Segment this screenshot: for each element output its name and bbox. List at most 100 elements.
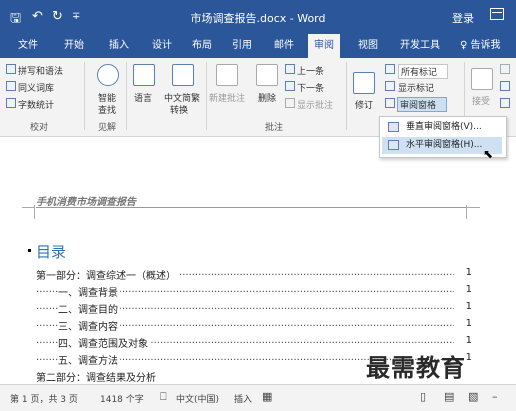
- delete-comment-icon: [256, 64, 278, 86]
- toc-entry-title: 五、调查方法: [58, 352, 120, 367]
- previous-comment-icon: [285, 64, 295, 74]
- tab-references[interactable]: 引用: [226, 34, 258, 58]
- smart-lookup-icon: [97, 64, 119, 86]
- group-label-comments: 批注: [265, 123, 284, 133]
- tab-design[interactable]: 设计: [146, 34, 178, 58]
- spelling-icon: [6, 64, 16, 74]
- group-label-proofing: 校对: [30, 123, 49, 133]
- zoom-out-icon[interactable]: –: [492, 390, 498, 403]
- tab-review[interactable]: 审阅: [308, 34, 340, 58]
- toc-heading: 目录: [36, 243, 67, 261]
- horizontal-pane-icon: [388, 140, 399, 150]
- proofing-icon[interactable]: ⎕: [160, 390, 167, 404]
- word-count-icon: [6, 98, 16, 108]
- insert-mode[interactable]: 插入: [234, 392, 252, 405]
- mouse-cursor-icon: ⬉: [483, 147, 494, 161]
- reviewing-pane-icon: [385, 98, 395, 108]
- read-mode-icon[interactable]: ▯: [420, 390, 426, 403]
- tab-home[interactable]: 开始: [58, 34, 90, 58]
- header-rule: [36, 207, 466, 208]
- next-comment-icon: [285, 81, 295, 91]
- separator: [126, 62, 127, 130]
- markup-select[interactable]: 所有标记: [398, 64, 449, 79]
- previous-comment-button[interactable]: 上一条: [297, 64, 324, 77]
- paragraph-mark: [28, 249, 31, 252]
- toc-entry-title: 一、调查背景: [58, 284, 120, 299]
- macro-record-icon[interactable]: ▦: [262, 390, 272, 403]
- toc-entry[interactable]: ........................................…: [36, 301, 472, 316]
- accept-button[interactable]: 接受: [472, 94, 490, 107]
- tab-mailings[interactable]: 邮件: [268, 34, 300, 58]
- show-comments-button[interactable]: 显示批注: [297, 98, 333, 111]
- toc-entry[interactable]: ........................................…: [36, 284, 472, 299]
- vertical-pane-icon: [388, 122, 399, 132]
- window-title: 市场调查报告.docx - Word: [190, 12, 326, 25]
- toc-entry[interactable]: ........................................…: [36, 335, 472, 350]
- toc-entry-title: 三、调查内容: [58, 318, 120, 333]
- toc-entry-page: 1: [465, 352, 472, 363]
- horizontal-pane-label: 水平审阅窗格(H)...: [406, 140, 483, 150]
- status-bar: 第 1 页，共 3 页 1418 个字 ⎕ 中文(中国) 插入 ▦ ▯ ▤ ▧ …: [0, 384, 516, 411]
- next-change-icon[interactable]: [500, 98, 510, 108]
- thesaurus-icon: [6, 81, 16, 91]
- chinese-conversion-icon: [172, 64, 194, 86]
- toc-entry[interactable]: ........................................…: [36, 318, 472, 333]
- tab-insert[interactable]: 插入: [103, 34, 135, 58]
- reject-icon[interactable]: [500, 64, 510, 74]
- spelling-grammar-button[interactable]: 拼写和语法: [18, 64, 63, 77]
- separator: [206, 62, 207, 130]
- tab-developer[interactable]: 开发工具: [394, 34, 446, 58]
- word-count[interactable]: 1418 个字: [100, 392, 144, 405]
- ribbon-display-options-icon[interactable]: [490, 8, 504, 20]
- track-changes-icon: [353, 72, 375, 94]
- toc-entry-title: 二、调查目的: [58, 301, 120, 316]
- title-bar: 🖫 ↶ ↻ ∓ 市场调查报告.docx - Word 登录: [0, 0, 516, 34]
- thesaurus-button[interactable]: 同义词库: [18, 81, 54, 94]
- smart-lookup-label-2[interactable]: 查找: [98, 103, 116, 116]
- vertical-reviewing-pane-item[interactable]: 垂直审阅窗格(V)...: [382, 119, 502, 136]
- group-label-insights: 见解: [98, 123, 117, 133]
- toc-entry[interactable]: ........................................…: [36, 267, 472, 282]
- watermark: 最需教育: [366, 354, 466, 382]
- toc-entry-title: 第二部分：调查结果及分析: [36, 369, 158, 384]
- toc-entry-page: 1: [465, 267, 472, 278]
- chinese-conversion-label-2[interactable]: 转换: [170, 103, 188, 116]
- separator: [84, 62, 85, 130]
- language-status[interactable]: 中文(中国): [176, 392, 219, 405]
- toc-entry-page: 1: [465, 301, 472, 312]
- toc-entry-title: 四、调查范围及对象: [58, 335, 150, 350]
- toc-entry-page: 1: [465, 318, 472, 329]
- language-button[interactable]: 语言: [134, 91, 152, 104]
- language-icon: [133, 64, 155, 86]
- next-comment-button[interactable]: 下一条: [297, 81, 324, 94]
- show-markup-icon: [385, 81, 395, 91]
- tab-file[interactable]: 文件: [12, 34, 44, 58]
- toc-entry-page: 1: [465, 284, 472, 295]
- print-layout-icon[interactable]: ▤: [444, 390, 454, 403]
- show-markup-button[interactable]: 显示标记: [398, 81, 434, 94]
- ribbon-tabs: 文件 开始 插入 设计 布局 引用 邮件 审阅 视图 开发工具 ♀ 告诉我: [0, 34, 516, 58]
- tell-me-search[interactable]: ♀ 告诉我: [460, 34, 501, 58]
- toc-entry-page: 1: [465, 335, 472, 346]
- web-layout-icon[interactable]: ▧: [468, 390, 478, 403]
- tab-layout[interactable]: 布局: [186, 34, 218, 58]
- markup-display-icon: [385, 64, 395, 74]
- document-area[interactable]: 手机消费市场调查报告 目录 ..........................…: [0, 137, 516, 384]
- new-comment-button[interactable]: 新建批注: [209, 91, 245, 104]
- login-link[interactable]: 登录: [452, 10, 474, 26]
- toc-entry-title: 第一部分：调查综述一（概述）: [36, 267, 178, 282]
- separator: [346, 62, 347, 130]
- show-comments-icon: [285, 98, 295, 108]
- vertical-pane-label: 垂直审阅窗格(V)...: [406, 122, 482, 132]
- word-count-button[interactable]: 字数统计: [18, 98, 54, 111]
- reviewing-pane-button[interactable]: 审阅窗格: [397, 97, 448, 112]
- track-changes-button[interactable]: 修订: [355, 98, 373, 111]
- accept-icon: [471, 68, 493, 90]
- page-count[interactable]: 第 1 页，共 3 页: [10, 392, 78, 405]
- crop-mark: [22, 207, 35, 208]
- previous-change-icon[interactable]: [500, 81, 510, 91]
- delete-comment-button[interactable]: 删除: [258, 91, 276, 104]
- tab-view[interactable]: 视图: [352, 34, 384, 58]
- crop-mark: [466, 207, 480, 208]
- page-header: 手机消费市场调查报告: [36, 197, 136, 208]
